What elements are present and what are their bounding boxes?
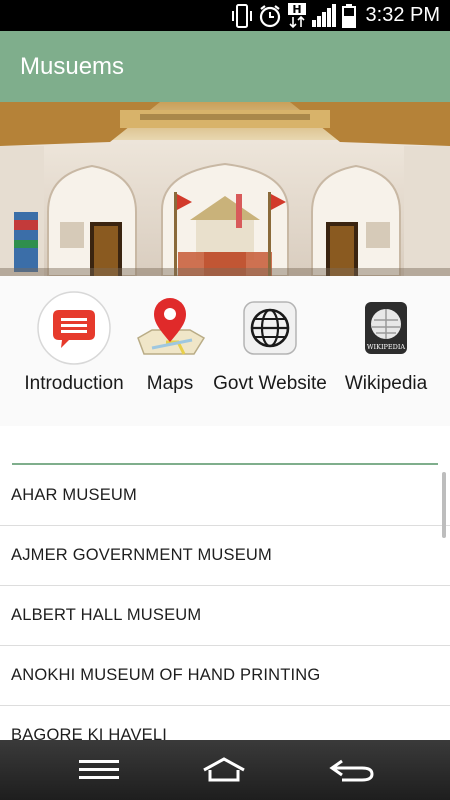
list-item[interactable]: ALBERT HALL MUSEUM	[0, 586, 450, 646]
menu-icon	[79, 760, 119, 779]
govt-website-label: Govt Website	[213, 373, 327, 394]
introduction-label: Introduction	[24, 373, 124, 394]
home-icon	[203, 757, 245, 782]
status-bar: H 3:32 PM	[0, 0, 450, 31]
svg-text:WIKIPEDIA: WIKIPEDIA	[367, 343, 406, 351]
introduction-link[interactable]: Introduction	[18, 276, 130, 406]
maps-link[interactable]: Maps	[126, 276, 214, 406]
battery-icon	[341, 3, 356, 28]
govt-website-link[interactable]: Govt Website	[210, 276, 330, 406]
list-item[interactable]: BAGORE KI HAVELI	[0, 706, 450, 740]
quick-links: Introduction Maps Govt Website WIKIPEDIA…	[0, 276, 450, 426]
navigation-bar	[0, 740, 450, 800]
status-time: 3:32 PM	[365, 4, 440, 26]
list-item[interactable]: ANOKHI MUSEUM OF HAND PRINTING	[0, 646, 450, 706]
maps-label: Maps	[146, 373, 194, 394]
list-item[interactable]: AHAR MUSEUM	[0, 466, 450, 526]
alarm-icon	[258, 4, 282, 28]
data-arrows-icon: H	[287, 2, 306, 29]
status-icons: H 3:32 PM	[231, 0, 440, 31]
banner-image	[0, 102, 450, 276]
museum-list[interactable]: AHAR MUSEUM AJMER GOVERNMENT MUSEUM ALBE…	[0, 466, 450, 740]
vibrate-icon	[231, 3, 252, 28]
app-bar: Musuems	[0, 31, 450, 102]
wikipedia-link[interactable]: WIKIPEDIA Wikipedia	[338, 276, 434, 406]
wikipedia-icon: WIKIPEDIA	[348, 290, 424, 366]
scrollbar[interactable]	[442, 472, 446, 538]
list-item[interactable]: AJMER GOVERNMENT MUSEUM	[0, 526, 450, 586]
page-title: Musuems	[20, 53, 125, 80]
home-button[interactable]	[194, 752, 254, 788]
back-button[interactable]	[322, 752, 382, 788]
wikipedia-label: Wikipedia	[344, 373, 428, 394]
network-badge-text: H	[292, 3, 301, 16]
menu-button[interactable]	[69, 752, 129, 788]
map-pin-icon	[132, 290, 208, 366]
globe-icon	[232, 290, 308, 366]
chat-bubble-icon	[36, 290, 112, 366]
signal-icon	[311, 3, 336, 28]
section-divider	[12, 463, 438, 465]
back-icon	[329, 759, 374, 782]
